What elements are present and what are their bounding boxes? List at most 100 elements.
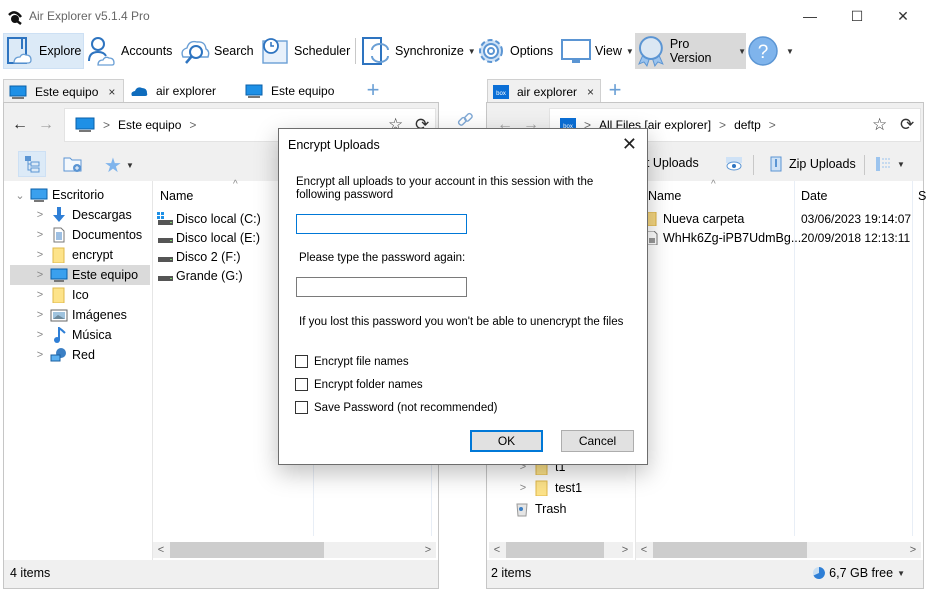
- file-row[interactable]: Disco local (E:): [157, 228, 260, 247]
- confirm-password-input[interactable]: [296, 277, 467, 297]
- scroll-left-icon[interactable]: <: [153, 542, 169, 558]
- save-password-checkbox[interactable]: Save Password (not recommended): [295, 401, 497, 414]
- free-space-dropdown[interactable]: 6,7 GB free ▼: [812, 566, 905, 580]
- scrollbar-thumb[interactable]: [653, 542, 807, 558]
- synchronize-button[interactable]: Synchronize ▼: [360, 33, 476, 69]
- file-name: Nueva carpeta: [663, 211, 745, 226]
- tree-item-documentos[interactable]: > Documentos: [10, 225, 150, 245]
- tree-item-label: test1: [555, 481, 583, 495]
- favorite-star-icon[interactable]: ☆: [872, 115, 887, 135]
- scrollbar-thumb[interactable]: [170, 542, 324, 558]
- tab-air-explorer-onedrive[interactable]: air explorer: [125, 79, 216, 103]
- add-tab-button[interactable]: +: [603, 79, 627, 103]
- file-row[interactable]: Grande (G:): [157, 266, 243, 285]
- encrypt-folder-names-checkbox[interactable]: Encrypt folder names: [295, 378, 423, 391]
- pro-version-button[interactable]: Pro Version ▼: [635, 33, 746, 69]
- encrypt-file-names-checkbox[interactable]: Encrypt file names: [295, 355, 409, 368]
- drive-icon: [158, 256, 173, 262]
- refresh-icon[interactable]: ⟳: [900, 115, 914, 135]
- expand-chevron-icon[interactable]: >: [30, 289, 50, 301]
- disk-usage-pie-icon: [813, 567, 826, 579]
- scroll-left-icon[interactable]: <: [489, 542, 505, 558]
- tree-item-este-equipo[interactable]: > Este equipo: [10, 265, 150, 285]
- tab-este-equipo[interactable]: Este equipo: [240, 79, 334, 103]
- zip-uploads-button[interactable]: Zip Uploads: [769, 156, 856, 172]
- item-count: 4 items: [10, 566, 51, 580]
- dialog-close-button[interactable]: ✕: [622, 134, 637, 155]
- breadcrumb-separator[interactable]: >: [189, 118, 196, 132]
- sort-indicator-icon: ^: [711, 179, 716, 190]
- file-row[interactable]: Disco 2 (F:): [157, 247, 241, 266]
- breadcrumb-este-equipo[interactable]: Este equipo: [118, 118, 181, 132]
- tab-este-equipo-active[interactable]: Este equipo ×: [3, 79, 124, 103]
- file-row[interactable]: WhHk6Zg-iPB7UdmBg...: [644, 228, 801, 247]
- expand-chevron-icon[interactable]: >: [30, 229, 50, 241]
- file-row[interactable]: Nueva carpeta: [644, 209, 744, 228]
- expand-chevron-icon[interactable]: >: [30, 249, 50, 261]
- expand-chevron-icon[interactable]: >: [30, 209, 50, 221]
- search-button[interactable]: Search: [179, 33, 254, 69]
- column-header-size[interactable]: S: [918, 189, 926, 203]
- expand-chevron-icon[interactable]: >: [30, 309, 50, 321]
- tree-horizontal-scrollbar[interactable]: < >: [489, 542, 633, 558]
- view-dropdown-icon: ▼: [625, 46, 634, 56]
- file-row[interactable]: Disco local (C:): [157, 209, 261, 228]
- tree-view-toggle[interactable]: [18, 151, 46, 177]
- checkbox-box[interactable]: [295, 355, 308, 368]
- maximize-button[interactable]: ☐: [834, 0, 880, 32]
- column-header-date[interactable]: Date: [801, 189, 827, 203]
- view-mode-dropdown[interactable]: ▼: [875, 156, 905, 172]
- new-folder-icon[interactable]: [63, 155, 83, 173]
- password-input[interactable]: [296, 214, 467, 234]
- ok-button[interactable]: OK: [470, 430, 543, 452]
- expand-chevron-icon[interactable]: >: [30, 329, 50, 341]
- add-tab-button[interactable]: +: [361, 79, 385, 103]
- right-horizontal-scrollbar[interactable]: < >: [636, 542, 921, 558]
- close-tab-icon[interactable]: ×: [587, 85, 594, 99]
- breadcrumb-separator[interactable]: >: [769, 118, 776, 132]
- tree-item-musica[interactable]: > Música: [10, 325, 150, 345]
- tree-item-ico[interactable]: > Ico: [10, 285, 150, 305]
- tree-item-descargas[interactable]: > Descargas: [10, 205, 150, 225]
- tab-air-explorer-box[interactable]: box air explorer ×: [487, 79, 601, 103]
- dialog-warning: If you lost this password you won't be a…: [299, 316, 624, 328]
- forward-button[interactable]: →: [38, 116, 54, 134]
- tree-item-trash[interactable]: Trash: [493, 499, 633, 519]
- tree-item-imagenes[interactable]: > Imágenes: [10, 305, 150, 325]
- back-button[interactable]: ←: [12, 116, 28, 134]
- favorites-dropdown[interactable]: ★ ▼: [104, 153, 134, 178]
- column-header-name[interactable]: Name: [160, 189, 193, 203]
- help-button[interactable]: ? ▼: [747, 33, 794, 69]
- tab-label: air explorer: [156, 84, 217, 98]
- breadcrumb-deftp[interactable]: deftp: [734, 118, 761, 132]
- tree-item-red[interactable]: > Red: [10, 345, 150, 365]
- left-horizontal-scrollbar[interactable]: < >: [153, 542, 436, 558]
- scrollbar-thumb[interactable]: [506, 542, 604, 558]
- view-button[interactable]: View ▼: [560, 33, 634, 69]
- scroll-right-icon[interactable]: >: [905, 542, 921, 558]
- accounts-button[interactable]: Accounts: [86, 33, 172, 69]
- tree-item-encrypt[interactable]: > encrypt: [10, 245, 150, 265]
- link-panes-icon[interactable]: [456, 111, 474, 129]
- cancel-button[interactable]: Cancel: [561, 430, 634, 452]
- expand-chevron-icon[interactable]: >: [30, 269, 50, 281]
- options-button[interactable]: Options: [475, 33, 553, 69]
- column-header-name[interactable]: Name: [648, 189, 681, 203]
- expand-chevron-icon[interactable]: >: [513, 482, 533, 494]
- expand-chevron-icon[interactable]: >: [30, 349, 50, 361]
- checkbox-box[interactable]: [295, 378, 308, 391]
- close-window-button[interactable]: ✕: [880, 0, 926, 32]
- collapse-chevron-icon[interactable]: ⌄: [10, 189, 30, 202]
- minimize-button[interactable]: —: [787, 0, 833, 32]
- download-arrow-icon: [53, 207, 65, 222]
- scroll-right-icon[interactable]: >: [617, 542, 633, 558]
- explore-button[interactable]: Explore: [3, 33, 84, 69]
- close-tab-icon[interactable]: ×: [108, 85, 115, 99]
- eye-view-icon[interactable]: [725, 156, 743, 172]
- scroll-right-icon[interactable]: >: [420, 542, 436, 558]
- tree-item-escritorio[interactable]: ⌄ Escritorio: [10, 185, 150, 205]
- scheduler-button[interactable]: Scheduler: [259, 33, 350, 69]
- tree-item-test1[interactable]: > test1: [493, 478, 633, 498]
- checkbox-box[interactable]: [295, 401, 308, 414]
- scroll-left-icon[interactable]: <: [636, 542, 652, 558]
